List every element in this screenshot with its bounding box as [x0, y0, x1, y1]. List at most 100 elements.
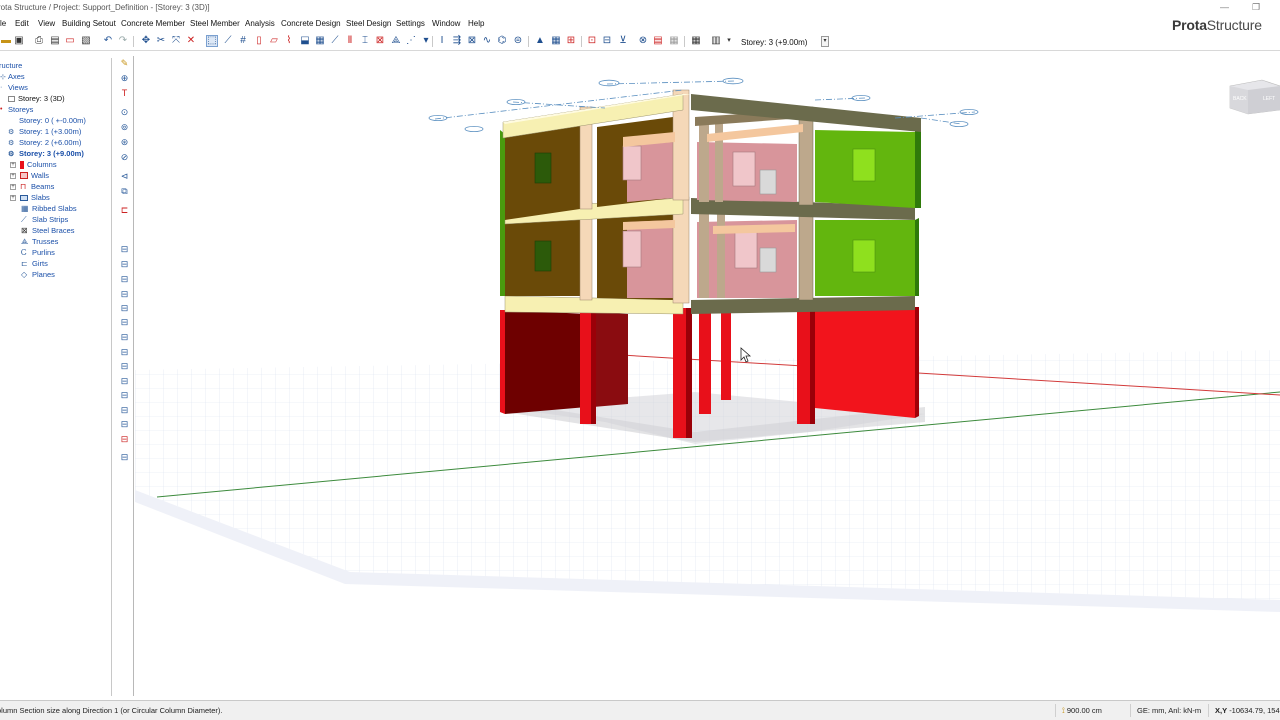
drawing-icon[interactable]: ▤	[652, 35, 664, 47]
beam-tool-icon[interactable]: ⌇	[283, 35, 295, 47]
pencil-icon[interactable]: ✎	[119, 58, 130, 69]
ribbed-slab-icon[interactable]: ▦	[314, 35, 326, 47]
print-preview-icon[interactable]: ▤	[49, 35, 61, 47]
save-icon[interactable]: ▣	[13, 35, 25, 47]
section-view-icon[interactable]: ⊏	[119, 205, 130, 216]
tree-item-storeys[interactable]: • Storeys	[0, 104, 33, 115]
storey-view-10-icon[interactable]: ⊟	[119, 376, 130, 387]
tree-item-storey-3-3d[interactable]: Storey: 3 (3D)	[8, 93, 65, 104]
design-icon[interactable]: ⊟	[601, 35, 613, 47]
load-icon[interactable]: ⇶	[451, 35, 463, 47]
print-icon[interactable]: ⎙	[33, 35, 45, 47]
slab-strip-icon[interactable]: ⟋	[329, 35, 341, 47]
zoom-extents-icon[interactable]: ⊛	[119, 137, 130, 148]
tree-item-trusses[interactable]: ⟁ Trusses	[21, 236, 58, 247]
zoom-window-icon[interactable]: ⊚	[119, 122, 130, 133]
menu-file[interactable]: le	[0, 19, 6, 28]
expand-icon[interactable]: +	[10, 183, 16, 190]
foundation-icon[interactable]: ⊜	[512, 35, 524, 47]
storey-view-3-icon[interactable]: ⊟	[119, 274, 130, 285]
storey-view-12-icon[interactable]: ⊟	[119, 405, 130, 416]
frame-view-icon[interactable]: ⊞	[565, 35, 577, 47]
table-icon[interactable]: ▦	[668, 35, 680, 47]
delete-icon[interactable]: ✕	[185, 35, 197, 47]
storey-view-6-icon[interactable]: ⊟	[119, 317, 130, 328]
storey-view-7-icon[interactable]: ⊟	[119, 332, 130, 343]
zoom-icon[interactable]: ⊙	[119, 107, 130, 118]
menu-concrete-member[interactable]: Concrete Member	[121, 19, 185, 28]
storey-view-2-icon[interactable]: ⊟	[119, 259, 130, 270]
truss-icon[interactable]: ⟁	[390, 35, 402, 47]
extend-icon[interactable]: ⤧	[170, 35, 182, 47]
3d-model-scene[interactable]: BACK LEFT	[135, 52, 1280, 698]
link-icon[interactable]: ∿	[481, 35, 493, 47]
3d-viewport[interactable]: BACK LEFT	[135, 52, 1280, 698]
storey-view-1-icon[interactable]: ⊟	[119, 244, 130, 255]
menu-help[interactable]: Help	[468, 19, 484, 28]
minimize-icon[interactable]: —	[1220, 2, 1229, 12]
chevron-down-icon[interactable]: ▾	[821, 36, 829, 47]
pan-icon[interactable]: ⊲	[119, 171, 130, 182]
menu-concrete-design[interactable]: Concrete Design	[281, 19, 341, 28]
section-icon[interactable]: I	[436, 35, 448, 47]
open-folder-icon[interactable]: ▬	[0, 35, 12, 47]
tree-item-views[interactable]: · Views	[0, 82, 28, 93]
view-cube[interactable]: BACK LEFT	[1229, 79, 1280, 115]
steel-column-icon[interactable]: Ⅱ	[344, 35, 356, 47]
menu-edit[interactable]: Edit	[15, 19, 29, 28]
ortho-icon[interactable]: T	[119, 88, 130, 99]
select-icon[interactable]: ⬚	[206, 35, 218, 47]
tree-item-axes[interactable]: ⊹ Axes	[0, 71, 25, 82]
menu-building-setout[interactable]: Building Setout	[62, 19, 116, 28]
menu-settings[interactable]: Settings	[396, 19, 425, 28]
menu-steel-design[interactable]: Steel Design	[346, 19, 391, 28]
rotate-icon[interactable]: ⧉	[119, 186, 130, 197]
zoom-previous-icon[interactable]: ⊘	[119, 152, 130, 163]
grid-view-icon[interactable]: ▦	[550, 35, 562, 47]
wall-tool-icon[interactable]: ▱	[268, 35, 280, 47]
restore-icon[interactable]: ❐	[1252, 2, 1260, 12]
tree-item-planes[interactable]: ◇ Planes	[21, 269, 55, 280]
tree-item-storey-2[interactable]: ⚙ Storey: 2 (+6.00m)	[8, 137, 81, 148]
tree-item-beams[interactable]: + ⊓ Beams	[10, 181, 54, 192]
tree-item-slabs[interactable]: + Slabs	[10, 192, 50, 203]
storey-view-15-icon[interactable]: ⊟	[119, 452, 130, 463]
expand-icon[interactable]: +	[10, 194, 16, 201]
column-tool-icon[interactable]: ▯	[253, 35, 265, 47]
tree-item-girts[interactable]: ⊏ Girts	[21, 258, 48, 269]
report-icon[interactable]: ▧	[80, 35, 92, 47]
more-tools-icon[interactable]: ▾	[420, 35, 432, 47]
tree-item-storey-1[interactable]: ⚙ Storey: 1 (+3.00m)	[8, 126, 81, 137]
expand-icon[interactable]: +	[10, 172, 16, 179]
expand-icon[interactable]: +	[10, 161, 16, 168]
redo-icon[interactable]: ↷	[117, 35, 129, 47]
purlin-icon[interactable]: ⋰	[405, 35, 417, 47]
undo-icon[interactable]: ↶	[102, 35, 114, 47]
slab-tool-icon[interactable]: ⬓	[299, 35, 311, 47]
mountain-view-icon[interactable]: ▲	[534, 35, 546, 47]
tree-item-storey-0[interactable]: Storey: 0 ( +-0.00m)	[16, 115, 86, 126]
tree-item-structure[interactable]: ructure	[0, 60, 22, 71]
trim-icon[interactable]: ✂	[155, 35, 167, 47]
tree-item-purlins[interactable]: Ꮯ Purlins	[21, 247, 55, 258]
storey-dropdown-icon[interactable]: ▾	[723, 35, 735, 47]
storey-view-8-icon[interactable]: ⊟	[119, 347, 130, 358]
spring-icon[interactable]: ⌬	[496, 35, 508, 47]
support-icon[interactable]: ⊠	[466, 35, 478, 47]
menu-window[interactable]: Window	[432, 19, 460, 28]
storey-selector[interactable]: Storey: 3 (+9.00m) ▾	[741, 36, 829, 48]
snap-icon[interactable]: ⊕	[119, 73, 130, 84]
storey-view-5-icon[interactable]: ⊟	[119, 303, 130, 314]
render-icon[interactable]: ⊗	[637, 35, 649, 47]
tree-item-ribbed-slabs[interactable]: ▦ Ribbed Slabs	[21, 203, 77, 214]
tree-item-walls[interactable]: + Walls	[10, 170, 49, 181]
move-icon[interactable]: ✥	[140, 35, 152, 47]
tree-item-slab-strips[interactable]: ⟋ Slab Strips	[21, 214, 68, 225]
menu-analysis[interactable]: Analysis	[245, 19, 275, 28]
storey-view-9-icon[interactable]: ⊟	[119, 361, 130, 372]
storey-view-14-icon[interactable]: ⊟	[119, 434, 130, 445]
menu-view[interactable]: View	[38, 19, 55, 28]
storey-view-4-icon[interactable]: ⊟	[119, 289, 130, 300]
storey-view-13-icon[interactable]: ⊟	[119, 419, 130, 430]
analyze-icon[interactable]: ⊻	[617, 35, 629, 47]
